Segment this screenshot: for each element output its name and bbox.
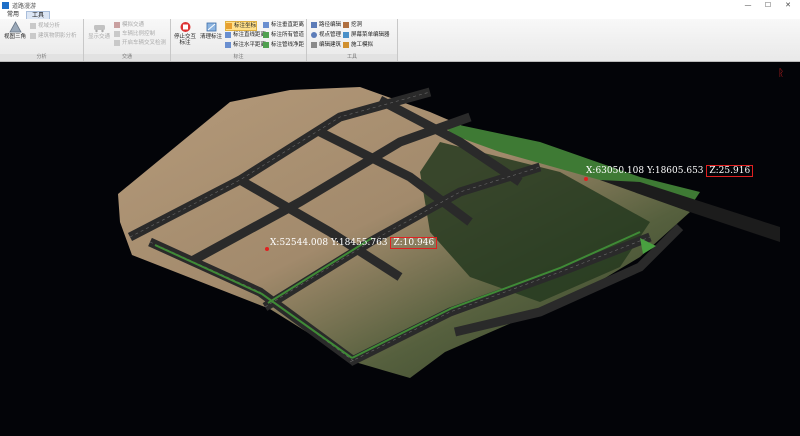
simulate-traffic-button[interactable]: 模拟交通 bbox=[114, 21, 144, 29]
show-traffic-button[interactable]: 显示交通 bbox=[86, 21, 112, 51]
label-marker-1 bbox=[584, 177, 588, 181]
building-edit-button[interactable]: 编辑建筑 bbox=[311, 41, 341, 49]
triangle-icon bbox=[8, 21, 22, 33]
path-edit-button[interactable]: 路径编辑 bbox=[311, 21, 341, 29]
vehicle-ratio-label: 车辆比例控制 bbox=[122, 31, 156, 37]
menu-editor-icon bbox=[343, 31, 349, 38]
viewpoint-icon bbox=[311, 31, 317, 38]
construction-sim-label: 施工模拟 bbox=[351, 42, 374, 48]
label-marker-2 bbox=[265, 247, 269, 251]
annotate-horizontal-dist-button[interactable]: 标注水平距离 bbox=[225, 41, 266, 49]
stop-annotation-button[interactable]: 停止交互标注 bbox=[172, 21, 198, 51]
construction-sim-button[interactable]: 施工模拟 bbox=[343, 41, 373, 49]
tab-common[interactable]: 常用 bbox=[2, 11, 24, 19]
clear-annotation-button[interactable]: 清理标注 bbox=[198, 21, 224, 51]
annotate-vertical-dist-label: 标注垂直距离 bbox=[271, 22, 305, 28]
screen-menu-editor-button[interactable]: 屏幕菜单编辑器 bbox=[343, 31, 390, 39]
intersection-check-button[interactable]: 开启车辆交叉检测 bbox=[114, 39, 166, 47]
coord-label-1: X:63050.108 Y:18605.653 Z:25.916 bbox=[586, 165, 754, 177]
annotate-all-pipes-button[interactable]: 标注所有管道 bbox=[263, 31, 304, 39]
building-icon bbox=[311, 41, 317, 48]
coord-y-2: Y:18455.763 bbox=[330, 238, 388, 248]
compass-marker-icon: ᚱ bbox=[778, 68, 784, 79]
group-annotation: 停止交互标注 清理标注 标注坐标 标注直线距离 标注水平距离 标注垂直距离 标注… bbox=[171, 19, 307, 61]
intersection-check-label: 开启车辆交叉检测 bbox=[122, 40, 167, 46]
viewshed-button[interactable]: 视域分析 bbox=[30, 22, 60, 30]
annotate-straight-dist-label: 标注直线距离 bbox=[233, 32, 267, 38]
car-icon bbox=[93, 25, 105, 33]
group-traffic: 显示交通 模拟交通 车辆比例控制 开启车辆交叉检测 交通 bbox=[84, 19, 171, 61]
viewpoint-mgmt-label: 视点管理 bbox=[319, 32, 342, 38]
group-label-traffic: 交通 bbox=[84, 54, 170, 61]
construction-icon bbox=[343, 41, 349, 48]
map-viewport[interactable]: ᚱ X:63050.108 Y:18605.653 Z:25.916 X:525… bbox=[0, 62, 800, 436]
group-label-annotation: 标注 bbox=[171, 54, 306, 61]
group-tools: 路径编辑 视点管理 编辑建筑 挖洞 屏幕菜单编辑器 施工模拟 工具 bbox=[307, 19, 398, 61]
coord-x-2: X:52544.008 bbox=[270, 238, 329, 248]
coord-y-1: Y:18605.653 bbox=[646, 166, 704, 176]
pipe-net-icon bbox=[263, 41, 269, 48]
coordinate-icon bbox=[226, 22, 232, 29]
horizontal-ruler-icon bbox=[225, 41, 231, 48]
ribbon: 视图三角 视域分析 建筑物阴影分析 分析 显示交通 模拟交通 车辆比例控制 开启… bbox=[0, 19, 800, 62]
eye-icon bbox=[30, 22, 36, 29]
stop-annotation-label: 停止交互标注 bbox=[173, 34, 196, 46]
app-icon bbox=[2, 2, 9, 9]
shovel-icon bbox=[343, 21, 349, 28]
shadow-icon bbox=[30, 32, 36, 39]
simulate-icon bbox=[114, 21, 120, 28]
viewshed-label: 视域分析 bbox=[38, 23, 61, 29]
stop-icon bbox=[180, 22, 190, 32]
eraser-icon bbox=[206, 22, 216, 32]
building-edit-label: 编辑建筑 bbox=[319, 42, 342, 48]
group-label-tools: 工具 bbox=[307, 54, 397, 61]
view-triangle-label: 视图三角 bbox=[3, 34, 26, 40]
building-shadow-button[interactable]: 建筑物阴影分析 bbox=[30, 32, 77, 40]
annotate-coord-label: 标注坐标 bbox=[234, 23, 257, 29]
minimize-button[interactable]: — bbox=[738, 0, 758, 11]
pipe-icon bbox=[263, 31, 269, 38]
annotate-all-pipes-label: 标注所有管道 bbox=[271, 32, 305, 38]
building-shadow-label: 建筑物阴影分析 bbox=[38, 33, 77, 39]
coord-z-2: Z:10.946 bbox=[390, 237, 438, 249]
ratio-icon bbox=[114, 30, 120, 37]
coord-x-1: X:63050.108 bbox=[586, 166, 645, 176]
maximize-button[interactable]: ☐ bbox=[758, 0, 778, 11]
window-title: 道路漫游 bbox=[12, 3, 37, 10]
annotate-pipe-net-button[interactable]: 标注管线净距 bbox=[263, 41, 304, 49]
annotate-vertical-dist-button[interactable]: 标注垂直距离 bbox=[263, 21, 304, 29]
excavate-label: 挖洞 bbox=[351, 22, 363, 28]
coord-label-2: X:52544.008 Y:18455.763 Z:10.946 bbox=[270, 237, 438, 249]
path-icon bbox=[311, 21, 317, 28]
close-button[interactable]: ✕ bbox=[778, 0, 798, 11]
clear-annotation-label: 清理标注 bbox=[199, 34, 222, 40]
annotate-pipe-net-label: 标注管线净距 bbox=[271, 42, 305, 48]
vertical-ruler-icon bbox=[263, 21, 269, 28]
view-triangle-button[interactable]: 视图三角 bbox=[2, 21, 28, 51]
vehicle-ratio-button[interactable]: 车辆比例控制 bbox=[114, 30, 155, 38]
ruler-icon bbox=[225, 31, 231, 38]
terrain-scene: ᚱ bbox=[118, 68, 784, 378]
annotate-coord-button[interactable]: 标注坐标 bbox=[225, 21, 258, 31]
viewpoint-mgmt-button[interactable]: 视点管理 bbox=[311, 31, 341, 39]
annotate-straight-dist-button[interactable]: 标注直线距离 bbox=[225, 31, 266, 39]
annotate-horizontal-dist-label: 标注水平距离 bbox=[233, 42, 267, 48]
coord-z-1: Z:25.916 bbox=[706, 165, 754, 177]
excavate-button[interactable]: 挖洞 bbox=[343, 21, 362, 29]
screen-menu-editor-label: 屏幕菜单编辑器 bbox=[351, 32, 390, 38]
path-edit-label: 路径编辑 bbox=[319, 22, 342, 28]
check-icon bbox=[114, 39, 120, 46]
group-label-analysis: 分析 bbox=[0, 54, 83, 61]
show-traffic-label: 显示交通 bbox=[87, 34, 110, 40]
ribbon-tabs: 常用 工具 bbox=[0, 11, 800, 20]
simulate-traffic-label: 模拟交通 bbox=[122, 22, 145, 28]
group-analysis: 视图三角 视域分析 建筑物阴影分析 分析 bbox=[0, 19, 84, 61]
